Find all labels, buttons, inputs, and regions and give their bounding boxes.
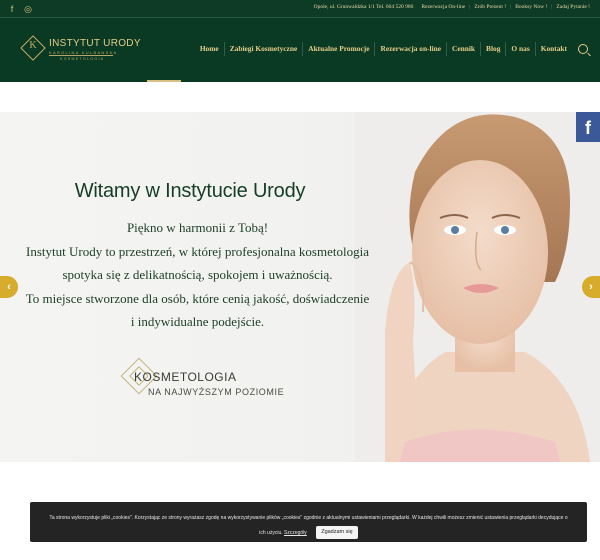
hero-line: i indywidualne podejście. (130, 314, 265, 329)
cookie-text-wrap: Ta strona wykorzystuje pliki „cookies". … (30, 511, 587, 541)
hero-text: Piękno w harmonii z Tobą! Instytut Urody… (0, 216, 395, 334)
cookie-banner: Ta strona wykorzystuje pliki „cookies". … (30, 502, 587, 542)
logo-name: INSTYTUT URODY (49, 38, 141, 49)
logo-divider (49, 55, 113, 56)
site-logo[interactable]: K INSTYTUT URODY KAROLINA KULBANSKA KOSM… (20, 35, 141, 69)
nav-item-blog[interactable]: Blog (480, 42, 505, 56)
social-links: f ◎ (6, 3, 34, 15)
tagline-main: KOSMETOLOGIA (134, 370, 237, 384)
tagline-sub: NA NAJWYŻSZYM POZIOMIE (148, 387, 285, 397)
nav-item-promocje[interactable]: Aktualne Promocje (302, 42, 374, 56)
hero-line: spotyka się z delikatnością, spokojem i … (62, 267, 333, 282)
contact-address: Opole, ul. Grunwaldzka 1/1 Tel. 604 520 … (313, 4, 414, 10)
instagram-icon[interactable]: ◎ (22, 3, 34, 15)
nav-item-zabiegi[interactable]: Zabiegi Kosmetyczne (223, 42, 303, 56)
link-booksy[interactable]: Booksy Now ! (511, 4, 551, 10)
top-bar: f ◎ Opole, ul. Grunwaldzka 1/1 Tel. 604 … (0, 0, 600, 18)
nav-item-kontakt[interactable]: Kontakt (534, 42, 572, 56)
nav-item-o-nas[interactable]: O nas (505, 42, 534, 56)
slider-next-button[interactable]: › (582, 276, 600, 298)
facebook-icon[interactable]: f (6, 3, 18, 15)
hero-slider: Witamy w Instytucie Urody Piękno w harmo… (0, 112, 600, 462)
hero-line: Piękno w harmonii z Tobą! (126, 220, 269, 235)
main-header: K INSTYTUT URODY KAROLINA KULBANSKA KOSM… (0, 18, 600, 82)
link-rezerwacja[interactable]: Rezerwacja On-line (417, 4, 469, 10)
hero-title: Witamy w Instytucie Urody (74, 180, 306, 202)
main-nav: Home Zabiegi Kosmetyczne Aktualne Promoc… (195, 42, 588, 56)
cookie-accept-button[interactable]: Zgadzam się (316, 526, 358, 540)
cookie-text: Ta strona wykorzystuje pliki „cookies". … (49, 515, 568, 536)
hero-tagline-logo: KOSMETOLOGIA NA NAJWYŻSZYM POZIOMIE (120, 357, 290, 407)
link-prezent[interactable]: Zrób Prezent ! (470, 4, 510, 10)
nav-item-home[interactable]: Home (195, 42, 224, 56)
logo-letter: K (29, 40, 37, 51)
top-links: Opole, ul. Grunwaldzka 1/1 Tel. 604 520 … (310, 4, 594, 10)
logo-subtitle-2: KOSMETOLOGIA (60, 57, 105, 61)
cookie-details-link[interactable]: Szczegóły (284, 530, 307, 536)
nav-item-rezerwacja[interactable]: Rezerwacja on-line (374, 42, 446, 56)
search-icon[interactable] (578, 44, 588, 54)
nav-active-underline (147, 80, 181, 82)
facebook-float-icon[interactable]: f (576, 112, 600, 142)
link-zadaj-pytanie[interactable]: Zadaj Pytanie ! (552, 4, 594, 10)
hero-line: Instytut Urody to przestrzeń, w której p… (26, 243, 369, 259)
hero-line: To miejsce stworzone dla osób, które cen… (25, 290, 370, 306)
nav-item-cennik[interactable]: Cennik (446, 42, 480, 56)
